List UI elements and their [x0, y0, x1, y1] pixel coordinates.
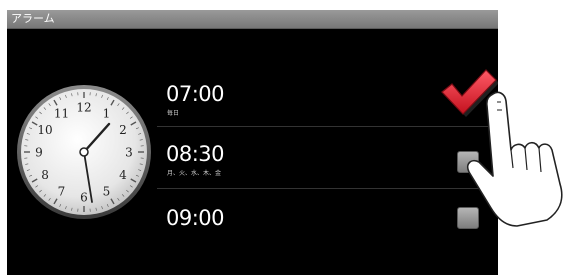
clock-numeral: 8: [41, 168, 49, 182]
clock-numeral: 12: [76, 101, 91, 115]
clock-center: [79, 147, 89, 157]
app-title: アラーム: [11, 12, 55, 25]
clock-numeral: 3: [125, 146, 133, 160]
alarm-time: 07:00: [166, 82, 225, 106]
clock-numeral: 9: [35, 146, 43, 160]
alarm-days: 毎日: [167, 110, 180, 117]
title-bar: アラーム: [7, 10, 498, 29]
clock-numeral: 4: [119, 168, 127, 182]
analog-clock-icon: 12 1234567891011: [17, 85, 151, 219]
clock-numeral: 5: [103, 184, 111, 198]
clock-numeral: 6: [80, 191, 88, 205]
alarm-time: 08:30: [166, 142, 225, 166]
clock-numeral: 11: [54, 107, 69, 121]
alarm-time: 09:00: [166, 206, 225, 230]
clock-numeral: 1: [103, 107, 111, 121]
divider: [157, 188, 498, 189]
clock-numeral: 10: [37, 123, 52, 137]
alarm-days: 月、火、水、木、金: [167, 170, 222, 177]
pointing-hand-icon: [466, 91, 563, 227]
alarm-row-2[interactable]: 09:00: [157, 190, 498, 246]
alarm-row-1[interactable]: 08:30 月、火、水、木、金: [157, 128, 498, 184]
alarm-app-window: アラーム 12 1 2 3 4 5 6 7 8 9 10 11 07:00 毎日…: [7, 10, 498, 275]
divider: [157, 126, 498, 127]
clock-numeral: 7: [58, 184, 66, 198]
screen: アラーム 12 1 2 3 4 5 6 7 8 9 10 11 07:00 毎日…: [0, 0, 572, 275]
clock-numeral: 2: [119, 123, 127, 137]
